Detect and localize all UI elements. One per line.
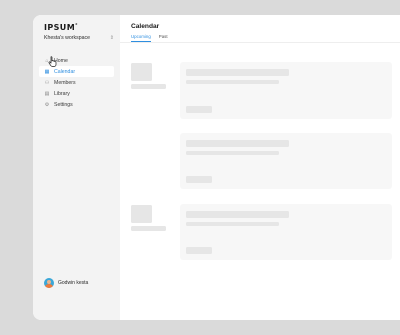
date-thumbnail-skeleton [131, 205, 152, 223]
members-icon: ⚇ [44, 79, 50, 86]
event-card[interactable] [180, 204, 392, 260]
tab-past[interactable]: Past [159, 34, 168, 42]
hand-pointer-cursor-icon [48, 56, 57, 67]
workspace-switcher[interactable]: Khesta's workspace ⇕ [44, 35, 114, 41]
date-thumbnail-skeleton [131, 63, 152, 81]
app-window: IPSUM° Khesta's workspace ⇕ ⌂ Home ▦ Cal… [33, 15, 400, 320]
logo: IPSUM° [44, 23, 78, 32]
sidebar-item-label: Members [54, 79, 76, 86]
sidebar-item-members[interactable]: ⚇ Members [39, 77, 114, 88]
sidebar-item-label: Calendar [54, 68, 76, 75]
user-profile[interactable]: Godwin kesta [44, 278, 88, 288]
date-label-skeleton [131, 226, 166, 231]
sidebar-item-calendar[interactable]: ▦ Calendar [39, 66, 114, 78]
sidebar-item-settings[interactable]: ⚙ Settings [39, 100, 114, 111]
avatar [44, 278, 54, 288]
sidebar-item-library[interactable]: ▤ Library [39, 89, 114, 100]
event-card[interactable] [180, 62, 392, 119]
workspace-name: Khesta's workspace [44, 35, 90, 41]
event-tag-skeleton [186, 106, 212, 113]
tabs-divider [120, 42, 400, 43]
event-tag-skeleton [186, 247, 212, 254]
library-icon: ▤ [44, 91, 50, 98]
tab-bar: Upcoming Past [131, 34, 176, 42]
event-title-skeleton [186, 211, 289, 218]
settings-icon: ⚙ [44, 102, 50, 109]
tab-upcoming[interactable]: Upcoming [131, 34, 151, 42]
sidebar-item-label: Library [54, 91, 70, 98]
event-subtitle-skeleton [186, 151, 279, 155]
event-subtitle-skeleton [186, 222, 279, 226]
event-title-skeleton [186, 69, 289, 76]
event-tag-skeleton [186, 176, 212, 183]
main-content: Calendar Upcoming Past [120, 15, 400, 320]
user-name: Godwin kesta [58, 280, 89, 286]
chevron-updown-icon: ⇕ [109, 34, 114, 41]
calendar-icon: ▦ [44, 68, 50, 75]
page-title: Calendar [131, 23, 160, 30]
event-title-skeleton [186, 140, 289, 147]
sidebar: IPSUM° Khesta's workspace ⇕ ⌂ Home ▦ Cal… [33, 15, 120, 320]
event-subtitle-skeleton [186, 80, 279, 84]
date-label-skeleton [131, 84, 166, 89]
sidebar-item-label: Settings [54, 102, 73, 109]
event-card[interactable] [180, 133, 392, 189]
